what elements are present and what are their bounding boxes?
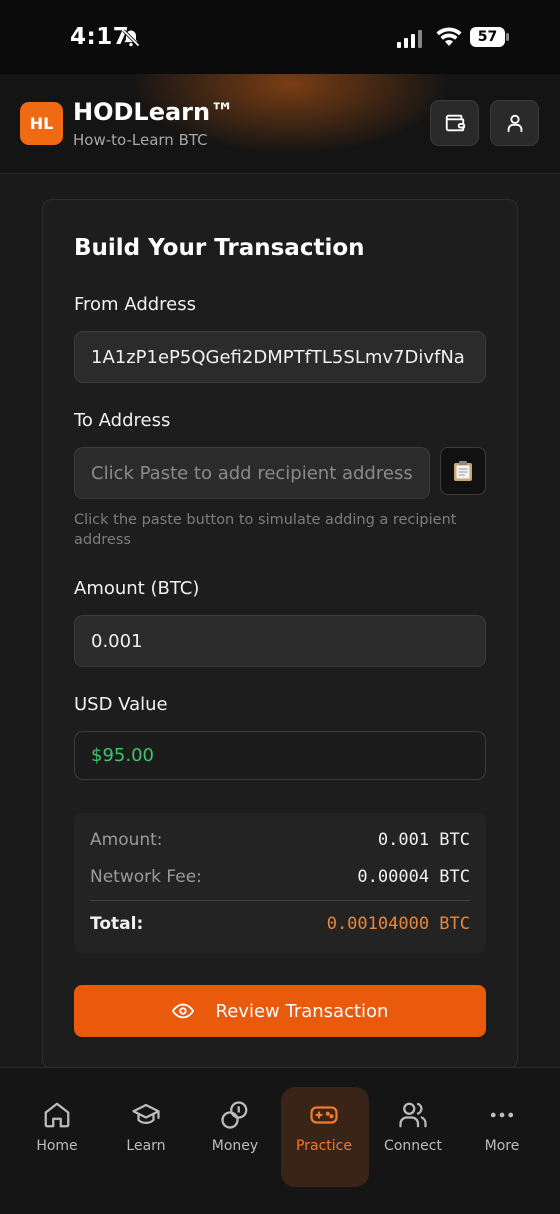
user-icon xyxy=(507,114,522,133)
profile-button[interactable] xyxy=(490,100,539,146)
bell-muted-icon xyxy=(122,29,140,47)
app-subtitle: How-to-Learn BTC xyxy=(73,131,208,149)
nav-more[interactable]: More xyxy=(462,1100,542,1154)
nav-practice-label: Practice xyxy=(296,1138,352,1154)
app-title: HODLearn™ xyxy=(73,98,235,126)
summary-total-label: Total: xyxy=(90,914,144,934)
more-dots-icon xyxy=(490,1112,514,1118)
summary-amount-label: Amount: xyxy=(90,830,163,850)
nav-home[interactable]: Home xyxy=(17,1100,97,1154)
to-address-helper: Click the paste button to simulate addin… xyxy=(74,512,457,548)
amount-field[interactable]: 0.001 xyxy=(74,615,486,667)
nav-learn-label: Learn xyxy=(126,1138,166,1154)
summary-divider xyxy=(90,900,470,901)
usd-value-field: $95.00 xyxy=(74,731,486,780)
nav-learn[interactable]: Learn xyxy=(106,1100,186,1154)
nav-money[interactable]: Money xyxy=(195,1100,275,1154)
wallet-icon xyxy=(445,114,465,132)
review-transaction-label: Review Transaction xyxy=(215,1000,389,1022)
nav-money-label: Money xyxy=(211,1138,259,1154)
review-transaction-button[interactable]: Review Transaction xyxy=(74,985,486,1037)
nav-home-label: Home xyxy=(36,1138,78,1154)
to-address-label: To Address xyxy=(74,410,171,431)
summary-fee-value: 0.00004 BTC xyxy=(357,867,470,887)
form-title: Build Your Transaction xyxy=(74,235,365,261)
to-address-field[interactable] xyxy=(74,447,430,499)
wifi-icon xyxy=(436,27,462,46)
summary-amount-value: 0.001 BTC xyxy=(377,830,470,850)
nav-connect[interactable]: Connect xyxy=(373,1100,453,1154)
clipboard-icon xyxy=(454,461,472,481)
amount-label: Amount (BTC) xyxy=(74,578,200,599)
users-icon xyxy=(399,1102,427,1128)
wallet-button[interactable] xyxy=(430,100,479,146)
summary-total-value: 0.00104000 BTC xyxy=(326,914,470,934)
battery-level: 57 xyxy=(477,29,498,45)
nav-practice[interactable]: Practice xyxy=(284,1100,364,1154)
from-address-field[interactable]: 1A1zP1eP5QGefi2DMPTfTL5SLmv7DivfNa xyxy=(74,331,486,383)
nav-connect-label: Connect xyxy=(384,1138,442,1154)
nav-more-label: More xyxy=(484,1138,520,1154)
coins-icon xyxy=(221,1101,248,1129)
usd-value-label: USD Value xyxy=(74,694,168,715)
paste-button[interactable] xyxy=(440,447,486,495)
from-address-label: From Address xyxy=(74,294,197,315)
graduation-cap-icon xyxy=(132,1103,160,1124)
summary-fee-label: Network Fee: xyxy=(90,867,202,887)
status-bar: 4:17 57 xyxy=(0,0,560,74)
gamepad-icon xyxy=(310,1106,338,1124)
app-logo: HL xyxy=(20,102,63,145)
to-address-input[interactable] xyxy=(91,462,413,484)
home-icon xyxy=(44,1102,70,1128)
eye-icon xyxy=(171,1003,194,1019)
battery-icon: 57 xyxy=(470,26,510,48)
cellular-signal-icon xyxy=(397,30,422,48)
app-header: HL HODLearn™ How-to-Learn BTC xyxy=(0,74,560,174)
